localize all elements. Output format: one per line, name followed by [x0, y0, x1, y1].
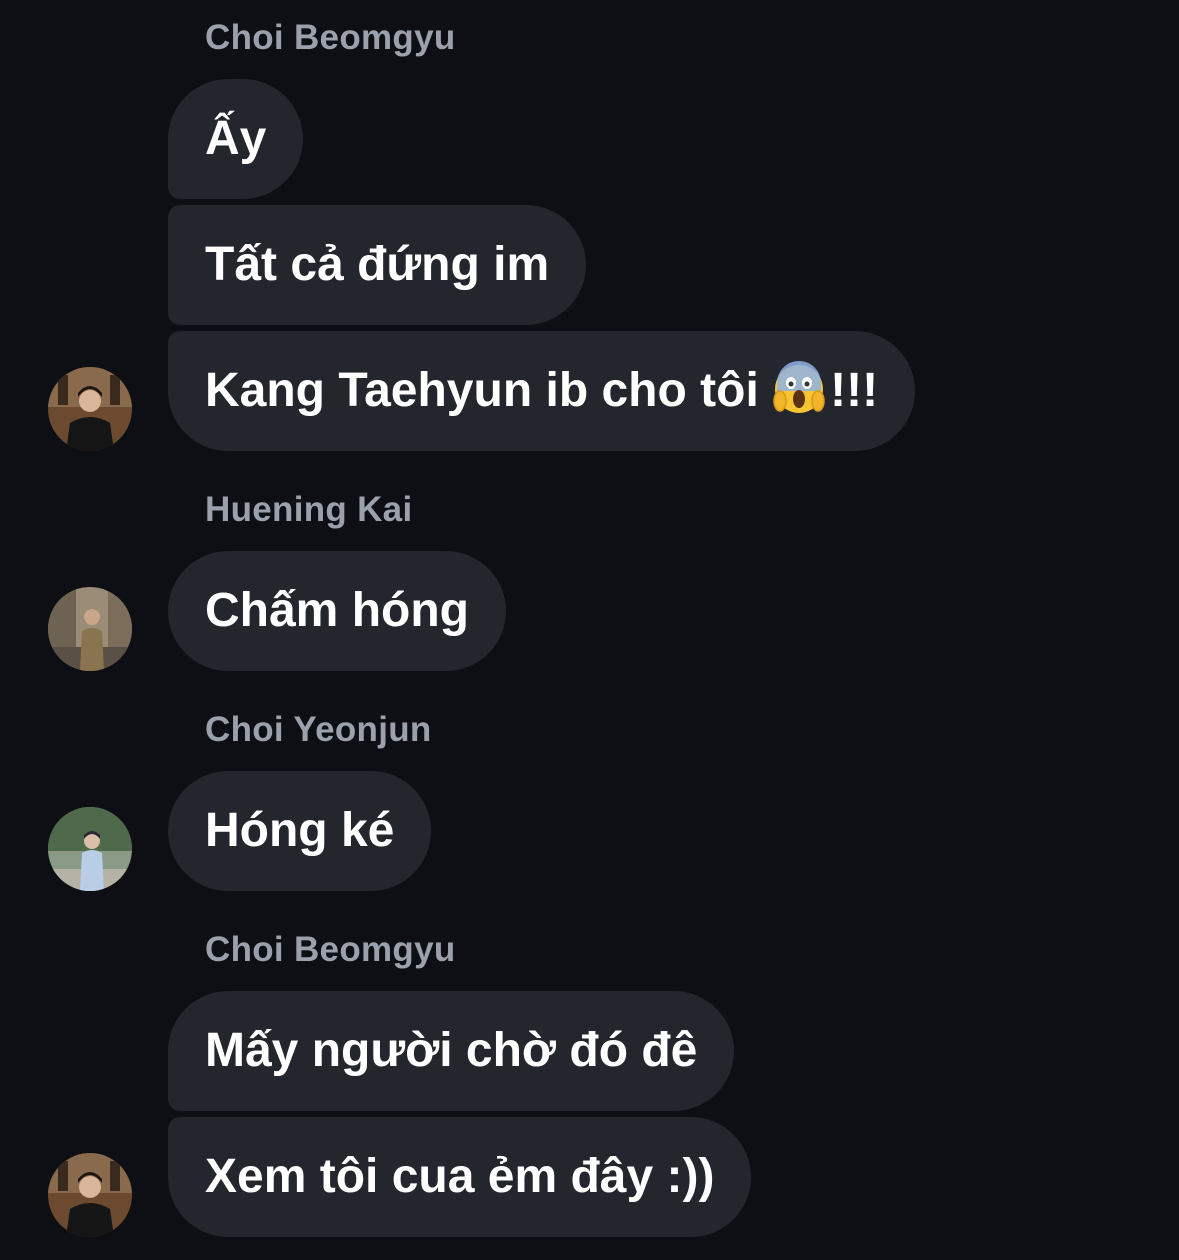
- message-text: Kang Taehyun ib cho tôi: [205, 364, 773, 417]
- message-bubble[interactable]: Hóng ké: [168, 771, 432, 891]
- face-screaming-in-fear-icon: [772, 361, 826, 415]
- sender-name: Huening Kai: [205, 490, 413, 529]
- message-bubble[interactable]: Kang Taehyun ib cho tôi !!!: [168, 331, 916, 451]
- message-bubble[interactable]: Mấy người chờ đó đê: [168, 991, 735, 1111]
- avatar[interactable]: [48, 807, 132, 891]
- message-text: Hóng ké: [205, 804, 395, 857]
- message-bubble[interactable]: Ấy: [168, 79, 304, 199]
- avatar[interactable]: [48, 1153, 132, 1237]
- message-bubble[interactable]: Tất cả đứng im: [168, 205, 587, 325]
- message-text: Xem tôi cua ẻm đây :)): [205, 1150, 715, 1203]
- message-text: Mấy người chờ đó đê: [205, 1024, 698, 1077]
- avatar[interactable]: [48, 587, 132, 671]
- message-bubble[interactable]: Xem tôi cua ẻm đây :)): [168, 1117, 752, 1237]
- message-text: Chấm hóng: [205, 584, 469, 637]
- message-text-suffix: !!!: [830, 364, 879, 417]
- sender-name: Choi Beomgyu: [205, 930, 456, 969]
- avatar[interactable]: [48, 367, 132, 451]
- message-text: Tất cả đứng im: [205, 238, 550, 291]
- message-text: Ấy: [205, 112, 267, 165]
- sender-name: Choi Beomgyu: [205, 18, 456, 57]
- message-bubble[interactable]: Chấm hóng: [168, 551, 506, 671]
- sender-name: Choi Yeonjun: [205, 710, 432, 749]
